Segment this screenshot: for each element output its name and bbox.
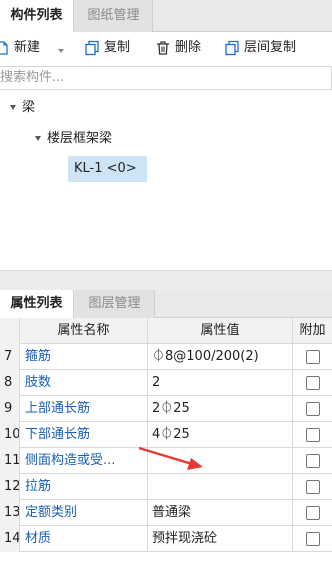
property-name[interactable]: 材质: [20, 526, 148, 552]
expand-triangle-icon[interactable]: [35, 136, 41, 141]
header-property-value: 属性值: [148, 318, 293, 344]
row-number: 14: [0, 526, 20, 552]
property-name[interactable]: 定额类别: [20, 500, 148, 526]
component-toolbar: 新建 复制 删除 层间复制: [0, 34, 332, 62]
new-button[interactable]: 新建: [0, 37, 68, 59]
header-extra: 附加: [299, 323, 326, 338]
delete-label: 删除: [175, 40, 202, 55]
extra-checkbox[interactable]: [306, 402, 320, 416]
property-value[interactable]: 2⏀25: [148, 396, 293, 422]
extra-checkbox[interactable]: [306, 454, 320, 468]
tab-layer-management[interactable]: 图层管理: [75, 290, 155, 318]
red-annotation-arrow-icon: [138, 446, 203, 470]
property-value[interactable]: ⏀8@100/200(2): [148, 344, 293, 370]
property-name[interactable]: 上部通长筋: [20, 396, 148, 422]
table-row[interactable]: 9 上部通长筋 2⏀25: [0, 396, 332, 422]
row-number: 7: [0, 344, 20, 370]
tab-drawing-management[interactable]: 图纸管理: [75, 0, 153, 32]
extra-checkbox[interactable]: [306, 506, 320, 520]
row-number: 8: [0, 370, 20, 396]
component-tabs: 构件列表 图纸管理: [0, 0, 332, 32]
copy-button[interactable]: 复制: [84, 37, 144, 59]
row-number: 13: [0, 500, 20, 526]
expand-triangle-icon[interactable]: [10, 105, 16, 110]
row-number: 9: [0, 396, 20, 422]
property-value[interactable]: 预拌现浇砼: [148, 526, 293, 552]
extra-checkbox[interactable]: [306, 532, 320, 546]
property-value[interactable]: 2: [148, 370, 293, 396]
tree-node-kl-1-selected[interactable]: KL-1 <0>: [68, 156, 147, 182]
delete-button[interactable]: 删除: [155, 37, 215, 59]
search-input[interactable]: 搜索构件...: [0, 66, 332, 90]
tab-component-list[interactable]: 构件列表: [0, 0, 74, 32]
property-name[interactable]: 拉筋: [20, 474, 148, 500]
row-number: 10: [0, 422, 20, 448]
new-icon: [0, 41, 8, 55]
row-number: 11: [0, 448, 20, 474]
table-row[interactable]: 8 肢数 2: [0, 370, 332, 396]
property-name[interactable]: 下部通长筋: [20, 422, 148, 448]
table-row[interactable]: 13 定额类别 普通梁: [0, 500, 332, 526]
floor-copy-icon: [225, 40, 239, 56]
floor-copy-button[interactable]: 层间复制: [224, 37, 329, 59]
property-tabs: 属性列表 图层管理: [0, 290, 332, 318]
new-label: 新建: [14, 40, 41, 55]
table-row[interactable]: 12 拉筋: [0, 474, 332, 500]
header-row-number: [0, 318, 20, 344]
property-name[interactable]: 侧面构造或受...: [20, 448, 148, 474]
extra-checkbox[interactable]: [306, 350, 320, 364]
extra-checkbox[interactable]: [306, 480, 320, 494]
property-value[interactable]: 普通梁: [148, 500, 293, 526]
property-name[interactable]: 箍筋: [20, 344, 148, 370]
chevron-down-icon[interactable]: [58, 49, 64, 53]
delete-icon: [157, 41, 169, 55]
copy-label: 复制: [104, 40, 131, 55]
extra-checkbox[interactable]: [306, 428, 320, 442]
copy-icon: [85, 40, 99, 56]
table-row[interactable]: 14 材质 预拌现浇砼: [0, 526, 332, 552]
floor-copy-label: 层间复制: [244, 40, 297, 55]
grid-header: 属性名称 属性值 附加: [0, 318, 332, 344]
row-number: 12: [0, 474, 20, 500]
tree-node-label: 楼层框架梁: [47, 131, 113, 146]
property-name[interactable]: 肢数: [20, 370, 148, 396]
header-property-name: 属性名称: [20, 318, 148, 344]
table-row[interactable]: 7 箍筋 ⏀8@100/200(2): [0, 344, 332, 370]
tab-property-list[interactable]: 属性列表: [0, 290, 74, 318]
extra-checkbox[interactable]: [306, 376, 320, 390]
tree-node-label: 梁: [22, 100, 36, 115]
property-value[interactable]: [148, 474, 293, 500]
panel-splitter[interactable]: [0, 270, 332, 290]
